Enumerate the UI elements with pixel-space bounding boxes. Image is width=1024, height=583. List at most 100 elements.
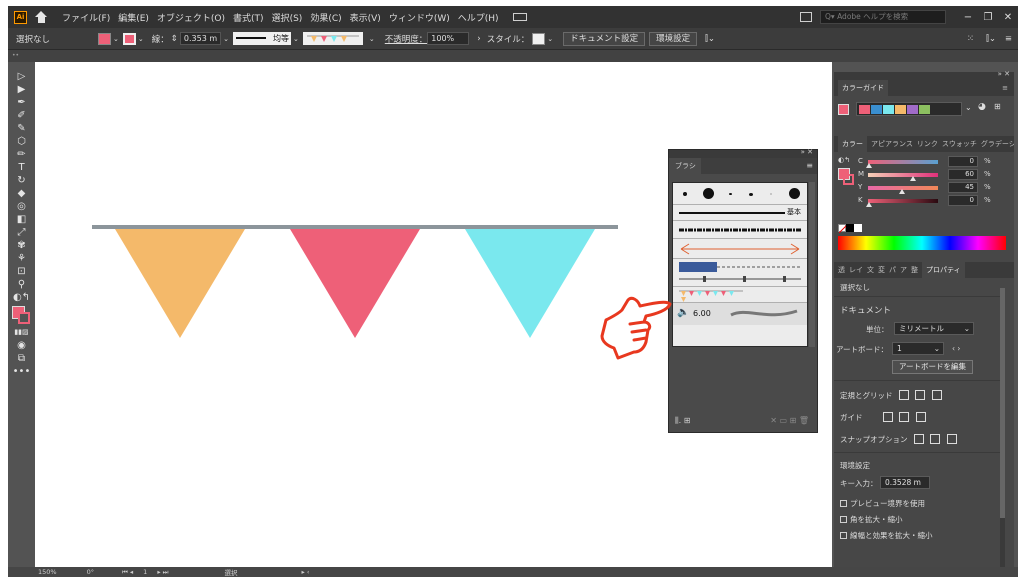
chevron-down-icon[interactable]: ⌄ [547, 35, 553, 43]
basic-brush-row[interactable]: 基本 [673, 205, 807, 221]
harmony-swatch[interactable] [907, 105, 918, 114]
bunting-flag[interactable] [115, 229, 245, 338]
cyan-slider[interactable] [868, 160, 938, 164]
grid-icon[interactable] [915, 390, 926, 400]
tab-gradient[interactable]: グラデーション [981, 139, 1014, 149]
bunting-flag[interactable] [465, 229, 595, 338]
artboard-number[interactable]: 1 [143, 568, 147, 576]
grip-icon[interactable]: •• [12, 52, 19, 59]
magenta-value-field[interactable]: 60 [948, 169, 978, 180]
snap-point-icon[interactable] [913, 434, 924, 444]
artboard-nav-next-icon[interactable]: ▸ ⏭ [157, 568, 168, 577]
document-setup-button[interactable]: ドキュメント設定 [563, 31, 646, 46]
shape-builder-tool-icon[interactable]: ◎ [8, 200, 35, 213]
brush-swatch[interactable] [683, 192, 687, 196]
symbol-sprayer-tool-icon[interactable]: ⚘ [8, 252, 35, 265]
artboard-tool-icon[interactable]: ⊡ [8, 265, 35, 278]
collapse-close-icon[interactable]: » ✕ [998, 70, 1010, 78]
magenta-slider[interactable] [868, 173, 938, 177]
opacity-field[interactable]: 100% [427, 32, 470, 45]
artboard-nav-prev-icon[interactable]: ⏮ ◂ [122, 568, 133, 577]
menu-help[interactable]: ヘルプ(H) [458, 11, 499, 24]
home-icon[interactable] [35, 11, 48, 23]
chevron-down-icon[interactable]: ⌄ [223, 35, 229, 43]
screen-mode-icon[interactable]: ⧉ [8, 352, 35, 365]
harmony-swatch[interactable] [919, 105, 930, 114]
units-select[interactable]: ミリメートル ⌄ [894, 322, 974, 335]
key-increment-field[interactable]: 0.3528 m [880, 476, 930, 489]
transparency-grid-icon[interactable] [931, 390, 942, 400]
menu-select[interactable]: 選択(S) [272, 11, 303, 24]
color-mode-icon[interactable]: ▮▮▨ [8, 326, 35, 339]
none-color-swatch[interactable] [838, 224, 848, 234]
brush-library-menu-icon[interactable]: ⫼. ⊞ [675, 416, 690, 426]
yellow-value-field[interactable]: 45 [948, 182, 978, 193]
brush-list-scrollbar[interactable] [809, 182, 815, 347]
scale-corners-checkbox[interactable]: 角を拡大・縮小 [840, 514, 903, 525]
harmony-swatch[interactable] [883, 105, 894, 114]
magenta-thumb[interactable] [910, 176, 916, 181]
zoom-tool-icon[interactable]: ⚲ [8, 278, 35, 291]
pen-tool-icon[interactable]: ✒ [8, 96, 35, 109]
collapse-close-icon[interactable]: » ✕ [801, 148, 813, 156]
swap-colors-icon[interactable]: ◐↰ [8, 291, 35, 304]
tab-appearance[interactable]: アピアランス [871, 139, 913, 149]
properties-scrollbar[interactable] [1000, 288, 1005, 568]
stepper-icon[interactable]: ⇕ [171, 34, 178, 44]
cyan-value-field[interactable]: 0 [948, 156, 978, 167]
bunting-string[interactable] [92, 225, 618, 229]
type-tool-icon[interactable]: T [8, 161, 35, 174]
align-options-icon[interactable]: ⫿⌄ [705, 34, 715, 44]
calligraphic-brush-row[interactable] [673, 183, 807, 205]
black-value-field[interactable]: 0 [948, 195, 978, 206]
graphic-style-swatch[interactable] [532, 32, 546, 45]
edit-artboard-button[interactable]: アートボードを編集 [892, 360, 974, 374]
eyedropper-tool-icon[interactable]: ⤢ [8, 226, 35, 239]
tab-swatches[interactable]: スウォッチ [942, 139, 977, 149]
help-search-input[interactable]: Q▾ Adobe ヘルプを検索 [820, 10, 946, 24]
artboard-select[interactable]: 1 ⌄ [892, 342, 944, 355]
panel-menu-icon[interactable]: ≡ [1002, 84, 1008, 92]
preview-bounds-checkbox[interactable]: プレビュー境界を使用 [840, 498, 925, 509]
bunting-flag[interactable] [290, 229, 420, 338]
rotate-tool-icon[interactable]: ↻ [8, 174, 35, 187]
chevron-down-icon[interactable]: ⌄ [293, 35, 299, 43]
scale-strokes-checkbox[interactable]: 線幅と効果を拡大・縮小 [840, 530, 933, 541]
tab-transparency[interactable]: 透 [838, 265, 845, 275]
chevron-down-icon[interactable]: ⌄ [113, 35, 119, 43]
blend-tool-icon[interactable]: ✾ [8, 239, 35, 252]
workspace-switcher-icon[interactable] [512, 13, 527, 21]
brush-definition-select[interactable] [302, 32, 363, 45]
ruler-icon[interactable] [898, 390, 909, 400]
lock-guides-icon[interactable] [899, 412, 910, 422]
stroke-weight-field[interactable]: 0.353 m [179, 32, 222, 45]
checkbox-icon[interactable] [840, 532, 847, 539]
brush-swatch[interactable] [770, 193, 772, 195]
more-tools-icon[interactable]: ••• [8, 365, 35, 378]
stroke-profile-select[interactable]: 均等 [233, 32, 292, 45]
chevron-down-icon[interactable]: ⌄ [138, 35, 144, 43]
minimize-button[interactable]: − [958, 12, 978, 23]
tab-links[interactable]: リンク [917, 139, 938, 149]
harmony-rules-select[interactable] [856, 102, 962, 116]
anchor-tool-icon[interactable]: ✎ [8, 122, 35, 135]
panel-menu-icon[interactable]: ≡ [806, 161, 813, 170]
smart-guides-icon[interactable] [915, 412, 926, 422]
tab-properties[interactable]: プロパティ [922, 262, 965, 278]
checkbox-icon[interactable] [840, 516, 847, 523]
tab-transform[interactable]: 変 [878, 265, 885, 275]
selected-brush-row[interactable]: 🔈 6.00 [673, 303, 807, 325]
color-spectrum[interactable] [838, 236, 1006, 250]
black-slider[interactable] [868, 199, 938, 203]
chevron-down-icon[interactable]: ⌄ [369, 35, 375, 43]
brush-swatch[interactable] [749, 193, 753, 196]
panel-menu-icon[interactable]: ≡ [1005, 34, 1012, 44]
brush-tool-icon[interactable]: ✏ [8, 148, 35, 161]
bunting-brush-row[interactable] [673, 287, 807, 303]
tab-color[interactable]: カラー [838, 136, 867, 152]
save-group-icon[interactable]: ⊞ [994, 102, 1001, 111]
stroke-color-icon[interactable] [18, 312, 30, 324]
menu-effect[interactable]: 効果(C) [310, 11, 341, 24]
tab-layers[interactable]: レイ [849, 265, 863, 275]
base-color-swatch[interactable] [838, 104, 849, 115]
